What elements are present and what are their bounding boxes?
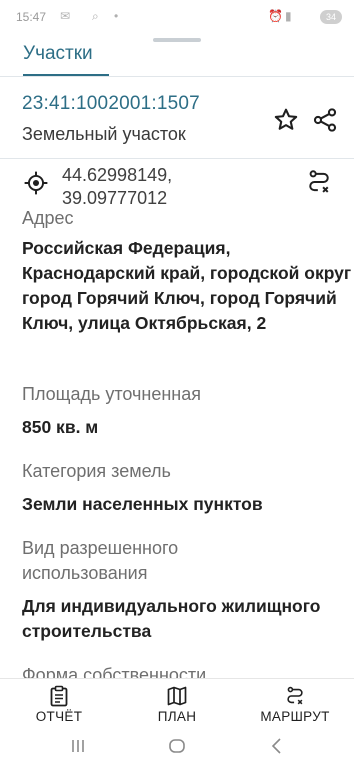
object-type: Земельный участок: [22, 124, 186, 144]
home-icon[interactable]: [168, 737, 186, 755]
status-bar: 15:47 ✉ ⌕ • ⏰ ▮ 34: [0, 0, 354, 34]
coordinates-text[interactable]: 44.62998149, 39.09777012: [62, 164, 202, 206]
plan-button[interactable]: ПЛАН: [127, 681, 227, 724]
message-icon: ✉: [60, 9, 71, 23]
report-button[interactable]: ОТЧЁТ: [9, 681, 109, 724]
map-icon: [167, 686, 187, 706]
area-value: 850 кв. м: [22, 417, 99, 437]
bottom-action-bar: ОТЧЁТ ПЛАН МАРШРУТ: [0, 678, 354, 725]
route-label: МАРШРУТ: [260, 709, 330, 724]
parcel-details[interactable]: Адрес Российская Федерация, Краснодарски…: [0, 206, 354, 678]
notification-dot-icon: •: [114, 9, 119, 23]
build-route-button[interactable]: [305, 168, 333, 196]
route-icon: [287, 686, 303, 705]
battery-indicator: 34: [320, 10, 342, 24]
search-status-icon: ⌕: [92, 9, 99, 23]
crosshair-icon: [24, 171, 48, 195]
favorite-button[interactable]: [272, 106, 300, 134]
permitted-use-label: Вид разрешенного использования: [22, 538, 179, 583]
land-category-value: Земли населенных пунктов: [22, 494, 263, 514]
alarm-icon: ⏰: [268, 9, 283, 23]
system-navigation-bar: [0, 724, 354, 767]
report-label: ОТЧЁТ: [35, 709, 83, 724]
recent-apps-icon[interactable]: [70, 738, 86, 754]
status-time: 15:47: [16, 10, 47, 24]
address-label: Адрес: [22, 208, 74, 228]
star-outline-icon: [274, 108, 298, 130]
route-icon: [309, 170, 329, 193]
locate-button[interactable]: [23, 170, 51, 198]
permitted-use-value: Для индивидуального жилищного строительс…: [22, 596, 321, 641]
back-icon[interactable]: [270, 737, 284, 755]
share-icon: [313, 108, 337, 132]
tab-parcels[interactable]: Участки: [23, 43, 93, 65]
header-divider: [0, 76, 354, 77]
plan-label: ПЛАН: [157, 709, 197, 724]
report-icon: [50, 685, 68, 707]
route-button[interactable]: МАРШРУТ: [245, 681, 345, 724]
share-button[interactable]: [311, 106, 339, 134]
ownership-form-label: Форма собственности: [22, 665, 207, 678]
area-label: Площадь уточненная: [22, 384, 201, 404]
title-divider: [0, 158, 354, 159]
signal-icon: ▮: [285, 9, 292, 23]
sheet-drag-handle[interactable]: [153, 38, 201, 42]
cadastral-number: 23:41:1002001:1507: [22, 93, 200, 114]
land-category-label: Категория земель: [22, 461, 171, 481]
address-value: Российская Федерация, Краснодарский край…: [22, 238, 352, 333]
